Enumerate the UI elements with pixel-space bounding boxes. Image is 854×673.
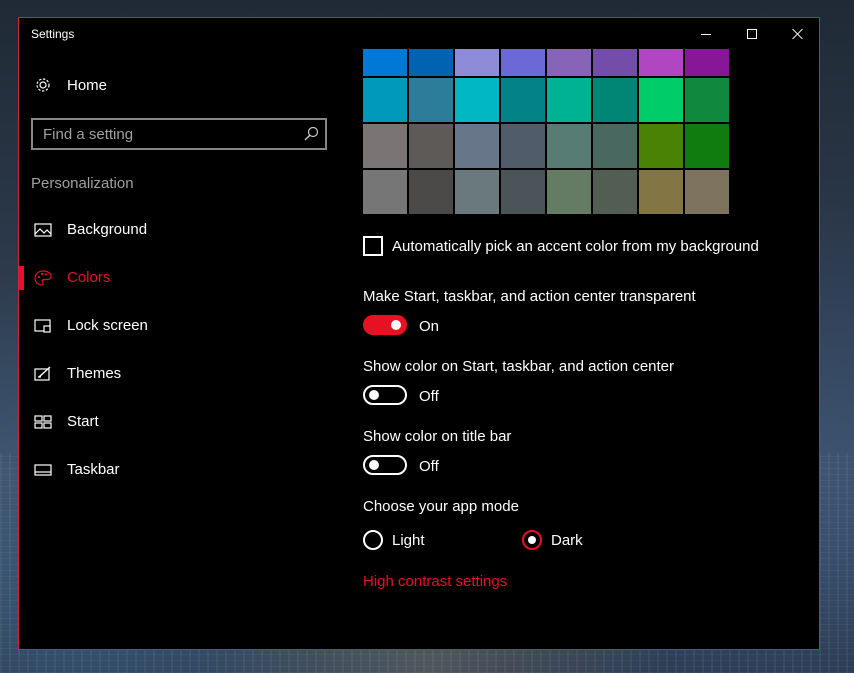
- auto-pick-accent-label: Automatically pick an accent color from …: [392, 237, 759, 255]
- accent-color-grid: [363, 49, 729, 214]
- accent-color-swatch[interactable]: [455, 78, 499, 122]
- gear-icon: [36, 78, 50, 92]
- close-icon: [792, 28, 804, 40]
- settings-window: Settings Home Personalization Background: [18, 17, 820, 650]
- app-mode-dark-option[interactable]: Dark: [522, 529, 583, 551]
- toggle-knob: [369, 460, 379, 470]
- sidebar-item-label: Colors: [67, 269, 111, 286]
- window-title: Settings: [31, 27, 75, 41]
- accent-color-swatch[interactable]: [363, 78, 407, 122]
- start-icon: [34, 415, 52, 429]
- accent-color-swatch[interactable]: [639, 78, 683, 122]
- show-color-titlebar-label: Show color on title bar: [363, 428, 512, 445]
- close-button[interactable]: [775, 18, 821, 50]
- minimize-button[interactable]: [683, 18, 729, 50]
- section-header: Personalization: [31, 175, 134, 192]
- show-color-start-state: Off: [419, 388, 439, 405]
- accent-color-swatch[interactable]: [593, 170, 637, 214]
- taskbar-icon: [34, 464, 52, 476]
- accent-color-swatch[interactable]: [409, 49, 453, 76]
- accent-color-swatch[interactable]: [685, 170, 729, 214]
- accent-color-swatch[interactable]: [639, 170, 683, 214]
- toggle-knob: [369, 390, 379, 400]
- accent-color-swatch[interactable]: [501, 170, 545, 214]
- accent-color-swatch[interactable]: [363, 170, 407, 214]
- app-mode-light-option[interactable]: Light: [363, 529, 425, 551]
- accent-color-swatch[interactable]: [593, 49, 637, 76]
- accent-color-swatch[interactable]: [501, 49, 545, 76]
- sidebar-item-colors[interactable]: Colors: [19, 258, 339, 298]
- sidebar-item-label: Background: [67, 221, 148, 238]
- sidebar-item-label: Start: [67, 413, 99, 430]
- sidebar-item-start[interactable]: Start: [19, 402, 339, 442]
- app-mode-light-radio[interactable]: [363, 530, 383, 550]
- accent-color-swatch[interactable]: [685, 124, 729, 168]
- transparency-state: On: [419, 318, 440, 335]
- show-color-titlebar-state: Off: [419, 458, 439, 475]
- accent-color-swatch[interactable]: [409, 78, 453, 122]
- accent-color-swatch[interactable]: [363, 49, 407, 76]
- themes-icon: [34, 366, 51, 381]
- minimize-icon: [701, 33, 711, 35]
- show-color-start-toggle[interactable]: [363, 385, 407, 405]
- search-icon: [304, 126, 319, 141]
- accent-color-swatch[interactable]: [409, 170, 453, 214]
- picture-icon: [34, 223, 52, 237]
- accent-color-swatch[interactable]: [455, 124, 499, 168]
- search-input[interactable]: [33, 120, 293, 148]
- sidebar-item-taskbar[interactable]: Taskbar: [19, 450, 339, 490]
- home-label: Home: [67, 77, 108, 94]
- app-mode-dark-label: Dark: [551, 531, 583, 549]
- search-box[interactable]: [31, 118, 327, 150]
- home-nav-item[interactable]: Home: [19, 66, 339, 106]
- maximize-button[interactable]: [729, 18, 775, 50]
- sidebar-item-label: Themes: [67, 365, 122, 382]
- auto-pick-accent-checkbox[interactable]: [363, 236, 383, 256]
- accent-color-swatch[interactable]: [639, 49, 683, 76]
- sidebar-item-label: Taskbar: [67, 461, 120, 478]
- sidebar-item-lock-screen[interactable]: Lock screen: [19, 306, 339, 346]
- accent-color-swatch[interactable]: [547, 49, 591, 76]
- accent-color-swatch[interactable]: [501, 124, 545, 168]
- accent-color-swatch[interactable]: [409, 124, 453, 168]
- show-color-start-label: Show color on Start, taskbar, and action…: [363, 358, 675, 375]
- app-mode-dark-radio[interactable]: [522, 530, 542, 550]
- accent-color-swatch[interactable]: [685, 49, 729, 76]
- lock-screen-icon: [34, 319, 51, 333]
- sidebar-item-themes[interactable]: Themes: [19, 354, 339, 394]
- sidebar-item-label: Lock screen: [67, 317, 148, 334]
- accent-color-swatch[interactable]: [547, 170, 591, 214]
- maximize-icon: [747, 29, 757, 39]
- transparency-toggle[interactable]: [363, 315, 407, 335]
- accent-color-swatch[interactable]: [547, 124, 591, 168]
- accent-color-swatch[interactable]: [455, 170, 499, 214]
- accent-color-swatch[interactable]: [501, 78, 545, 122]
- high-contrast-settings-link[interactable]: High contrast settings: [363, 573, 507, 590]
- accent-color-swatch[interactable]: [593, 124, 637, 168]
- app-mode-light-label: Light: [392, 531, 425, 549]
- accent-color-swatch[interactable]: [639, 124, 683, 168]
- show-color-titlebar-toggle[interactable]: [363, 455, 407, 475]
- accent-color-swatch[interactable]: [593, 78, 637, 122]
- sidebar-item-background[interactable]: Background: [19, 210, 339, 250]
- accent-color-swatch[interactable]: [685, 78, 729, 122]
- accent-color-swatch[interactable]: [455, 49, 499, 76]
- accent-color-swatch[interactable]: [547, 78, 591, 122]
- accent-color-swatch[interactable]: [363, 124, 407, 168]
- transparency-label: Make Start, taskbar, and action center t…: [363, 288, 696, 305]
- app-mode-label: Choose your app mode: [363, 498, 519, 515]
- palette-icon: [34, 270, 52, 286]
- auto-pick-accent-row[interactable]: Automatically pick an accent color from …: [363, 235, 759, 257]
- title-bar[interactable]: Settings: [19, 18, 819, 50]
- toggle-knob: [391, 320, 401, 330]
